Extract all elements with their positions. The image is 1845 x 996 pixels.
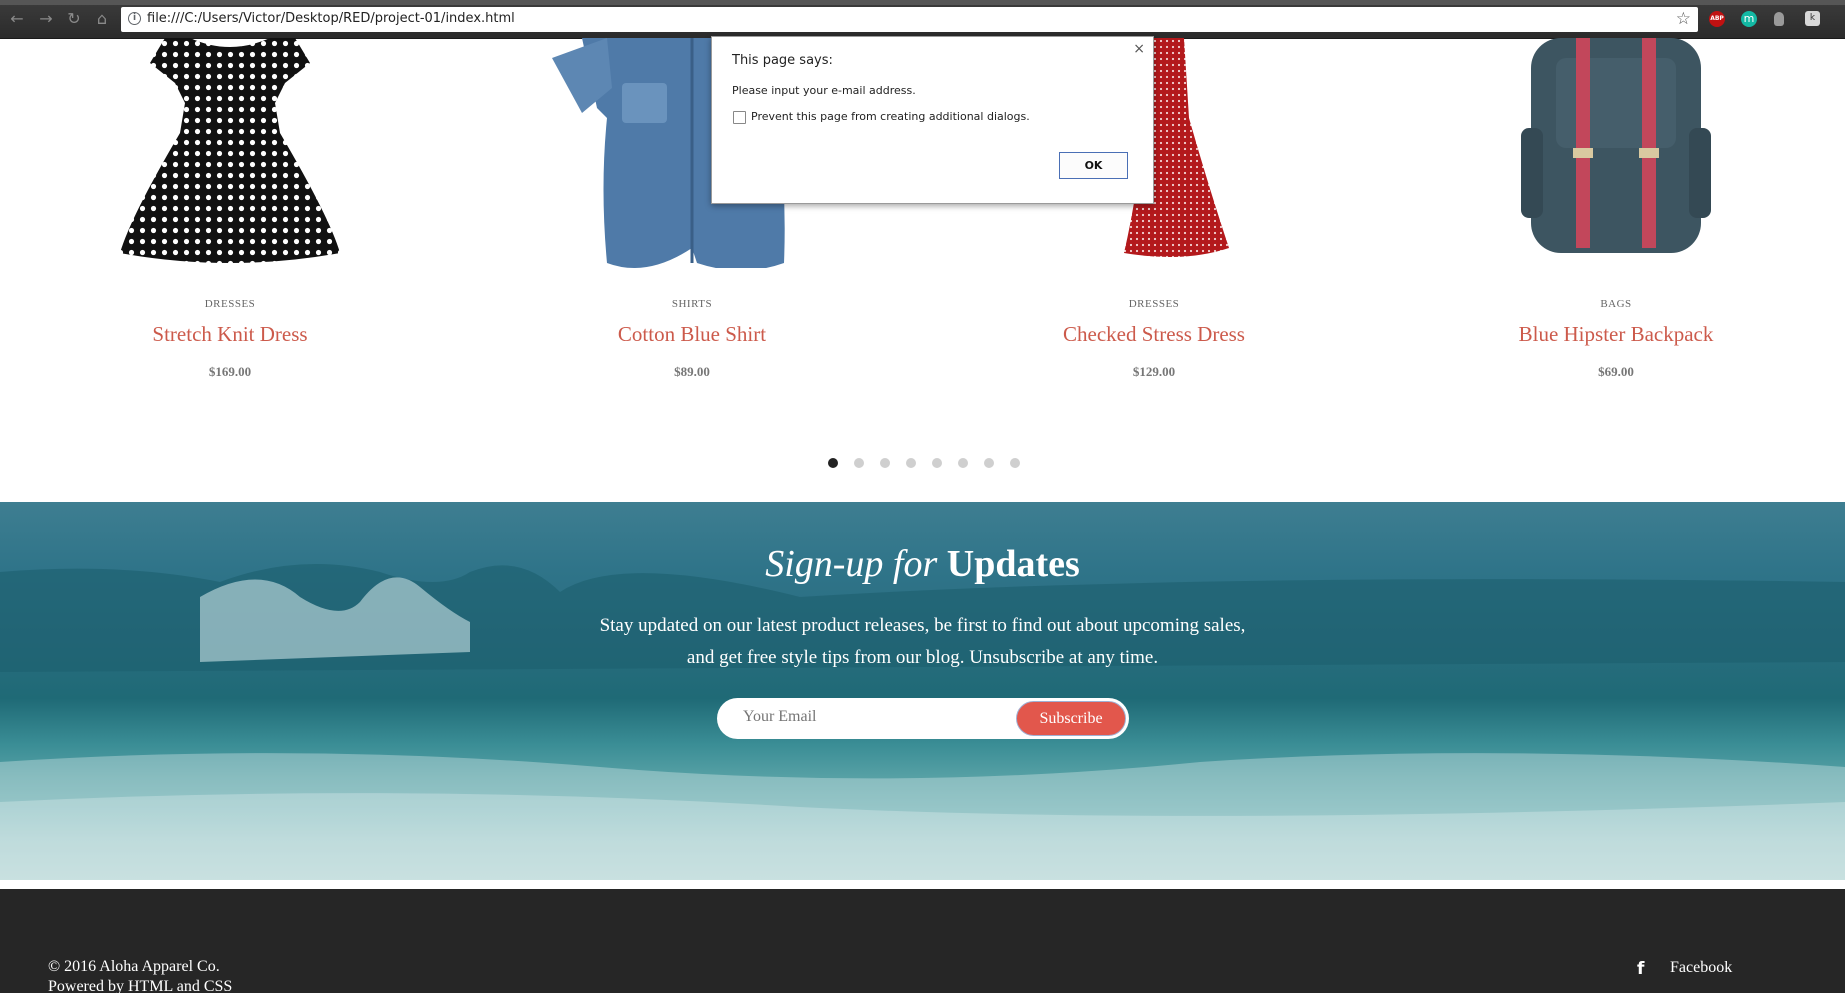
product-category: BAGS — [1600, 298, 1632, 310]
alert-dialog: This page says: × Please input your e-ma… — [711, 36, 1154, 204]
product-card[interactable]: DRESSES Stretch Knit Dress $169.00 — [60, 38, 400, 388]
info-icon[interactable]: i — [128, 12, 141, 25]
ok-button[interactable]: OK — [1059, 152, 1128, 179]
facebook-link[interactable]: Facebook — [1670, 959, 1732, 977]
adblock-extension-icon[interactable]: ABP — [1709, 11, 1725, 27]
product-name[interactable]: Blue Hipster Backpack — [1446, 322, 1786, 347]
home-icon[interactable]: ⌂ — [93, 10, 111, 28]
signup-heading-bold: Updates — [946, 543, 1080, 585]
carousel-dot[interactable] — [906, 458, 916, 468]
product-price: $69.00 — [1598, 364, 1634, 379]
close-icon[interactable]: × — [1133, 41, 1145, 57]
bookmark-star-icon[interactable]: ☆ — [1676, 9, 1691, 29]
tab-strip — [0, 0, 1845, 5]
signup-section: Sign-up for Updates Stay updated on our … — [0, 502, 1845, 880]
product-category: SHIRTS — [671, 298, 713, 310]
signup-description: Stay updated on our latest product relea… — [0, 610, 1845, 674]
signup-description-line: Stay updated on our latest product relea… — [599, 615, 1246, 636]
product-price: $129.00 — [1132, 364, 1176, 379]
prevent-dialogs-checkbox[interactable] — [733, 111, 746, 124]
dialog-title: This page says: — [732, 53, 833, 68]
product-name[interactable]: Checked Stress Dress — [984, 322, 1324, 347]
subscribe-button[interactable]: Subscribe — [1016, 701, 1126, 736]
signup-description-line: and get free style tips from our blog. U… — [686, 647, 1159, 668]
signup-heading-italic: Sign-up for — [765, 543, 938, 585]
product-card[interactable]: BAGS Blue Hipster Backpack $69.00 — [1446, 38, 1786, 388]
m-extension-icon[interactable]: m — [1741, 11, 1757, 27]
copyright-text: © 2016 Aloha Apparel Co. — [48, 958, 220, 975]
facebook-icon[interactable]: f — [1637, 959, 1644, 979]
back-icon[interactable]: ← — [8, 10, 26, 28]
signup-form: Subscribe — [717, 698, 1129, 739]
product-name[interactable]: Cotton Blue Shirt — [522, 322, 862, 347]
product-category: DRESSES — [204, 298, 256, 310]
product-name[interactable]: Stretch Knit Dress — [60, 322, 400, 347]
prevent-dialogs-label[interactable]: Prevent this page from creating addition… — [751, 110, 1030, 123]
dialog-message: Please input your e-mail address. — [732, 84, 916, 97]
forward-icon[interactable]: → — [37, 10, 55, 28]
reload-icon[interactable]: ↻ — [65, 10, 83, 28]
signup-heading: Sign-up for Updates — [0, 542, 1845, 586]
address-bar[interactable]: i file:///C:/Users/Victor/Desktop/RED/pr… — [121, 7, 1698, 32]
email-input[interactable] — [743, 708, 993, 726]
backpack-image — [1521, 38, 1711, 253]
carousel-dot[interactable] — [854, 458, 864, 468]
carousel-dot[interactable] — [880, 458, 890, 468]
product-price: $169.00 — [208, 364, 252, 379]
product-price: $89.00 — [674, 364, 710, 379]
carousel-dot[interactable] — [984, 458, 994, 468]
carousel-dot[interactable] — [958, 458, 968, 468]
extension-icon[interactable] — [1774, 12, 1784, 26]
footer: © 2016 Aloha Apparel Co. Powered by HTML… — [0, 889, 1845, 995]
carousel-dot[interactable] — [932, 458, 942, 468]
carousel-dot[interactable] — [828, 458, 838, 468]
carousel-dot[interactable] — [1010, 458, 1020, 468]
powered-by-text: Powered by HTML and CSS — [48, 978, 233, 995]
browser-toolbar: ← → ↻ ⌂ i file:///C:/Users/Victor/Deskto… — [0, 0, 1845, 39]
polka-dot-dress-image — [120, 38, 340, 263]
url-text[interactable]: file:///C:/Users/Victor/Desktop/RED/proj… — [147, 11, 515, 26]
product-category: DRESSES — [1128, 298, 1180, 310]
k-extension-icon[interactable]: k — [1805, 11, 1820, 26]
